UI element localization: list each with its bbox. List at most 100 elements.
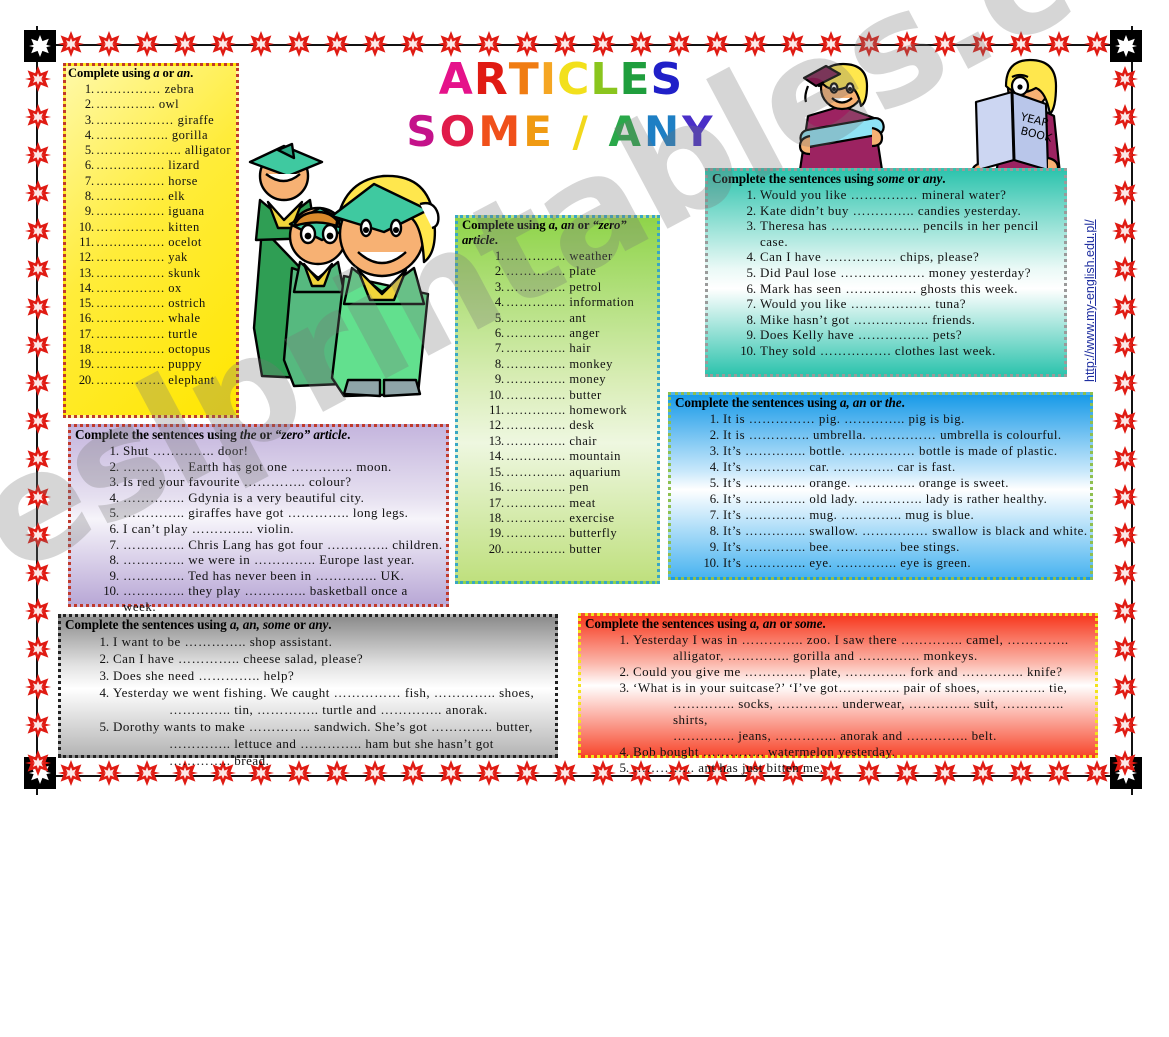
exercise-item: Would you like ……………… tuna? [734,296,1062,312]
exercise-item: Mike hasn’t got …………….. friends. [734,312,1062,328]
exercise-box-some-or-any: Complete the sentences using some or any… [705,168,1067,377]
heading-text: . [347,427,351,442]
border-star-icon [780,31,806,57]
title-letter: Y [682,107,716,156]
exercise-item-text: Could you give me ………….. plate, ………….. f… [633,664,1063,679]
exercise-item: ………….. exercise [482,510,655,527]
exercise-item-text: ……………. ocelot [96,234,202,249]
exercise-item-text: ………….. pen [506,480,590,495]
girl-with-diploma-clipart [798,62,885,172]
heading-emphasis: a, an [839,395,867,410]
heading-text: . [822,616,826,631]
border-star-icon [25,142,51,168]
title-letter: I [539,54,558,105]
exercise-item: ……………. yak [72,250,234,266]
exercise-item: It’s ………….. bee. ………….. bee stings. [697,539,1088,555]
title-letter [591,106,609,158]
exercise-item-text: ………….. Earth has got one ………….. moon. [123,458,392,474]
border-star-icon [1112,218,1138,244]
border-star-icon [1112,180,1138,206]
heading-text: Complete using [462,218,549,232]
exercise-item-text: ………….. Gdynia is a very beautiful city. [123,489,365,505]
heading-text: . [942,171,946,186]
title-letter: A [438,54,474,105]
exercise-item: Would you like …………… mineral water? [734,187,1062,203]
exercise-item-text: ………….. exercise [506,510,615,525]
border-star-icon [1112,446,1138,472]
exercise-item: ………….. they play ………….. basketball once … [97,583,444,614]
exercise-list: Shut ………….. door!………….. Earth has got on… [71,443,446,615]
exercise-item: ………….. we were in ………….. Europe last yea… [97,552,444,568]
exercise-item: They sold ……………. clothes last week. [734,343,1062,359]
heading-text: Complete the sentences using [712,171,877,186]
heading-emphasis: an [177,66,191,80]
heading-emphasis: “zero” article [274,427,348,442]
exercise-item-text: ……………. iguana [96,204,205,219]
exercise-heading: Complete the sentences using a, an or so… [585,616,1095,631]
exercise-item: ………….. butterfly [482,526,655,542]
exercise-item-text: …………… zebra [96,82,195,96]
heading-text: . [190,66,194,80]
exercise-item-text: ………….. hair [506,341,591,356]
heading-emphasis: a, an [749,616,777,631]
border-star-icon [286,31,312,57]
border-star-icon [25,66,51,92]
exercise-item-text: ……………. elk [96,189,186,204]
border-star-icon [25,104,51,130]
heading-text: Complete the sentences using [65,617,230,632]
title-line-articles: ARTICLES [386,54,736,106]
exercise-item: Theresa has ……………….. pencils in her penc… [734,218,1062,249]
border-star-icon [58,31,84,57]
exercise-item-text: Shut ………….. door! [123,443,249,458]
title-letter: A [608,107,644,156]
border-star-icon [25,446,51,472]
border-star-icon [25,218,51,244]
exercise-item-text: Did Paul lose ………………. money yesterday? [760,264,1032,280]
title-letter: N [644,107,683,156]
exercise-item-text: ………….. giraffes have got ………….. long leg… [123,505,409,521]
exercise-item: Could you give me ………….. plate, ………….. f… [607,664,1093,680]
source-url-vertical[interactable]: http://www.my-english.edu.pl/ [1066,170,1097,385]
exercise-item-text: It is …………… pig. ………….. pig is big. [723,412,965,426]
border-star-icon [894,31,920,57]
exercise-item: ……………. puppy [72,357,234,373]
exercise-item: ………….. ant has just bitten me. [607,760,1093,776]
exercise-item-text: I can’t play ………….. violin. [123,520,295,536]
exercise-item-text: ……………. puppy [96,357,202,372]
exercise-item: ………….. ant [482,311,655,327]
exercise-box-the-or-zero-article: Complete the sentences using the or “zer… [68,424,449,614]
exercise-item: ‘What is in your suitcase?’ ‘I’ve got………… [607,680,1093,744]
heading-text: . [901,395,905,410]
exercise-heading: Complete using a, an or “zero” article. [462,218,657,248]
exercise-list: It is …………… pig. ………….. pig is big. It is… [671,411,1090,571]
exercise-item: ………….. homework [482,403,655,419]
exercise-item: ……………….. alligator [72,143,234,159]
exercise-item: ………….. mountain [482,449,655,465]
exercise-item-text: It’s ………….. swallow. …………… swallow is bl… [723,524,1088,538]
exercise-item: ………….. petrol [482,280,655,296]
title-letter: T [508,54,540,105]
exercise-item-text: ………….. they play ………….. basketball once … [123,583,408,614]
exercise-item: ………….. pen [482,480,655,496]
exercise-item: Mark has seen ……………. ghosts this week. [734,281,1062,297]
exercise-item: ………….. Ted has never been in ………….. UK. [97,568,444,584]
heading-emphasis: some [876,171,905,186]
heading-text: or [866,395,885,410]
source-url-text[interactable]: http://www.my-english.edu.pl/ [1083,219,1097,382]
exercise-item-text: Would you like …………… mineral water? [760,187,1007,202]
border-star-icon [25,636,51,662]
title-letter: / [572,107,591,156]
heading-text: . [328,617,332,632]
exercise-item-text: Does Kelly have ……………. pets? [760,327,963,343]
exercise-item: …………….. gorilla [72,128,234,144]
border-star-icon [25,560,51,586]
exercise-item-text: ……………….. alligator [96,143,232,158]
girl-reading-yearbook-clipart: YEAR BOOK [971,58,1062,178]
heading-text: or [290,617,309,632]
exercise-item: Does she need ………….. help? [87,667,553,684]
exercise-item: ………….. owl [72,97,234,113]
exercise-item-text: ……………. yak [96,250,188,265]
heading-text: Complete the sentences using [675,395,840,410]
exercise-list: …………… zebra………….. owl……………… giraffe……………… [66,82,236,388]
exercise-item-text: ………….. owl [96,97,180,112]
